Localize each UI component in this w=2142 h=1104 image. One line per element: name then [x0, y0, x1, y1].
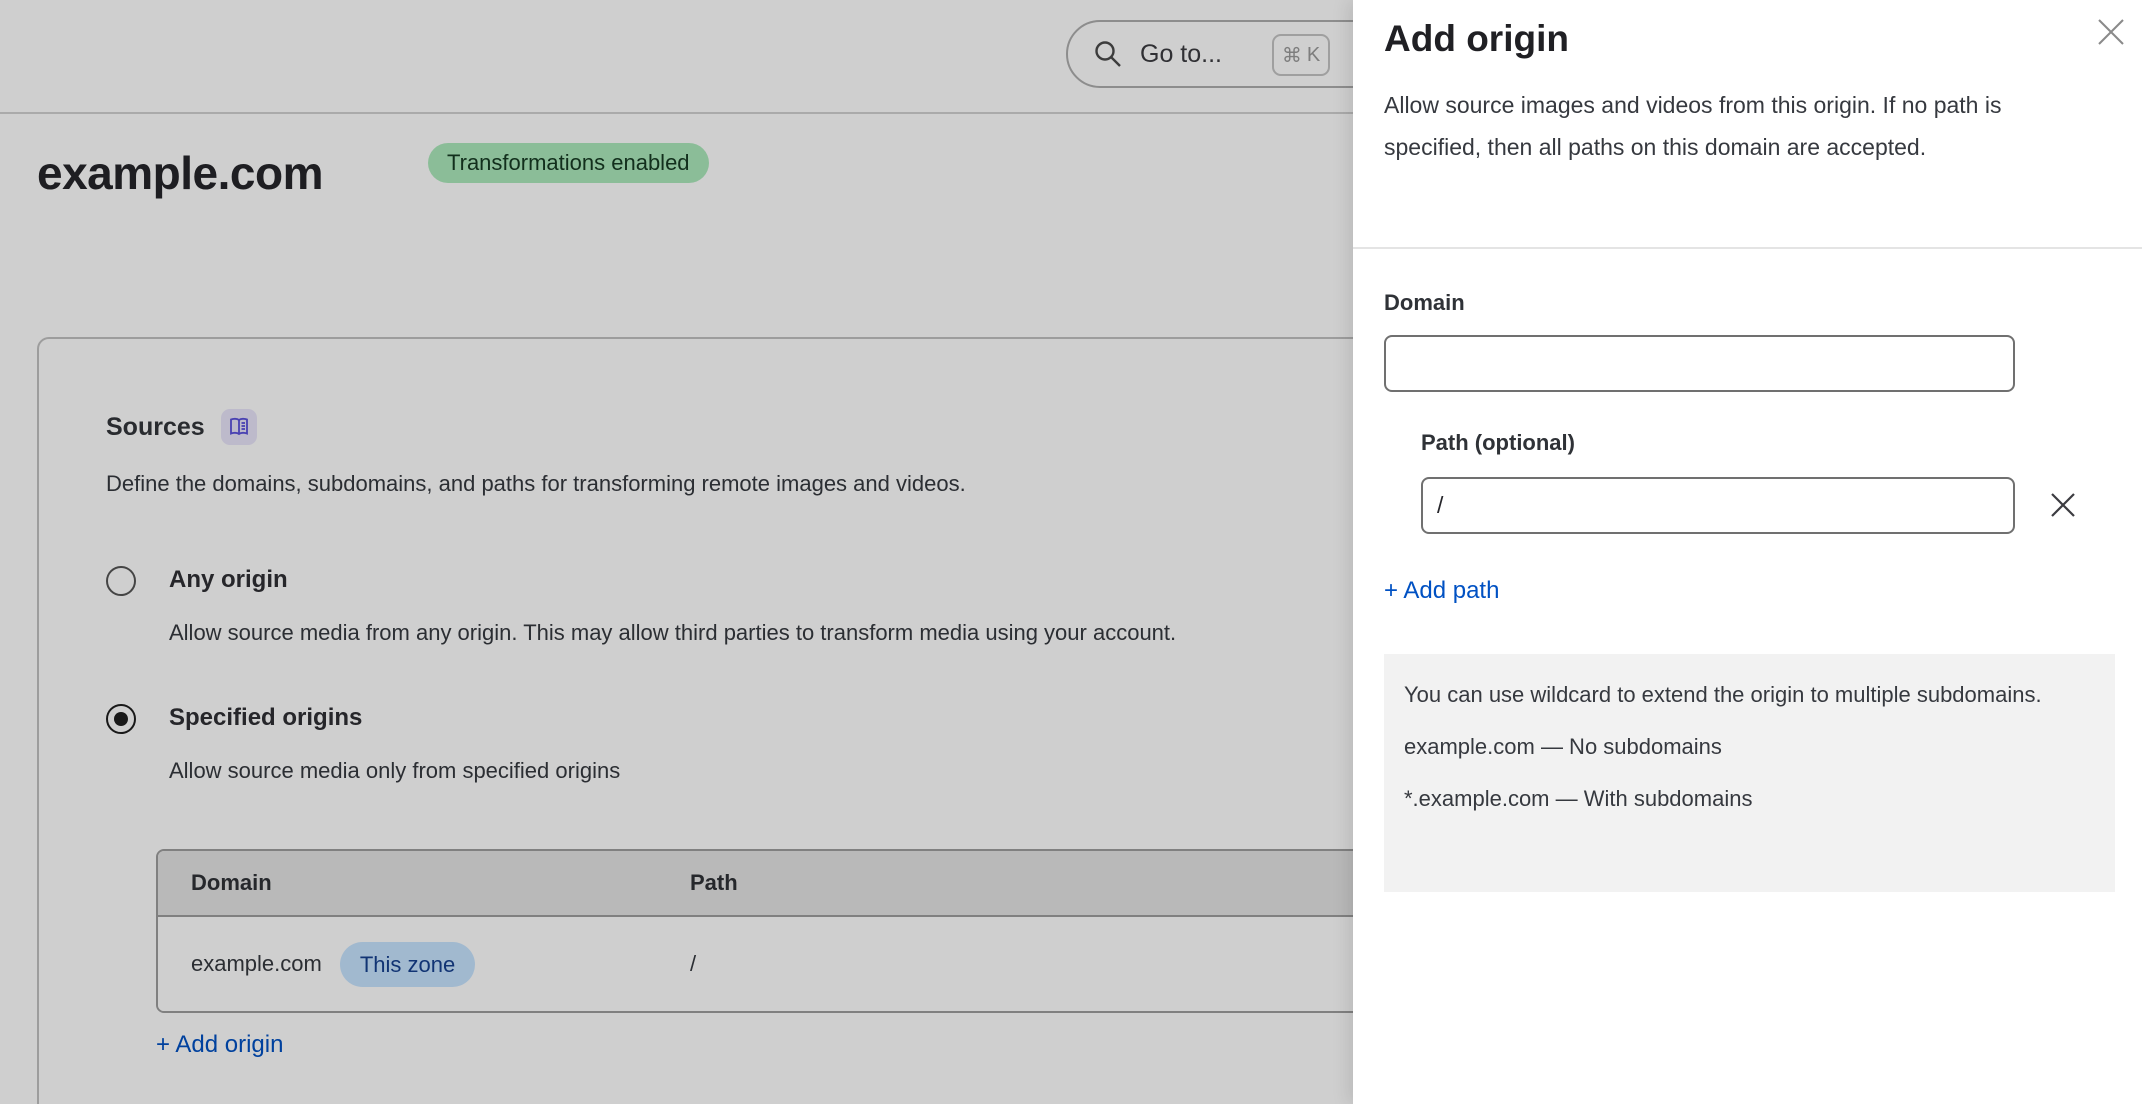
close-icon	[2093, 14, 2129, 50]
path-input[interactable]	[1421, 477, 2015, 534]
wildcard-info-text: You can use wildcard to extend the origi…	[1404, 674, 2091, 716]
screen: Go to... ⌘K example.com Transformations …	[0, 0, 2142, 1104]
panel-title: Add origin	[1384, 18, 1569, 60]
wildcard-info-box: You can use wildcard to extend the origi…	[1384, 654, 2115, 892]
path-label: Path (optional)	[1421, 430, 1575, 456]
domain-label: Domain	[1384, 290, 1465, 316]
remove-icon	[2047, 489, 2079, 521]
add-path-link[interactable]: + Add path	[1384, 577, 1499, 605]
add-origin-panel: Add origin Allow source images and video…	[1353, 0, 2142, 1104]
wildcard-example-no-subdomains: example.com — No subdomains	[1404, 726, 2091, 768]
domain-input[interactable]	[1384, 335, 2015, 392]
close-button[interactable]	[2093, 14, 2129, 50]
remove-path-button[interactable]	[2045, 488, 2081, 524]
divider	[1353, 247, 2142, 249]
panel-description: Allow source images and videos from this…	[1384, 84, 2086, 168]
wildcard-example-with-subdomains: *.example.com — With subdomains	[1404, 778, 2091, 820]
